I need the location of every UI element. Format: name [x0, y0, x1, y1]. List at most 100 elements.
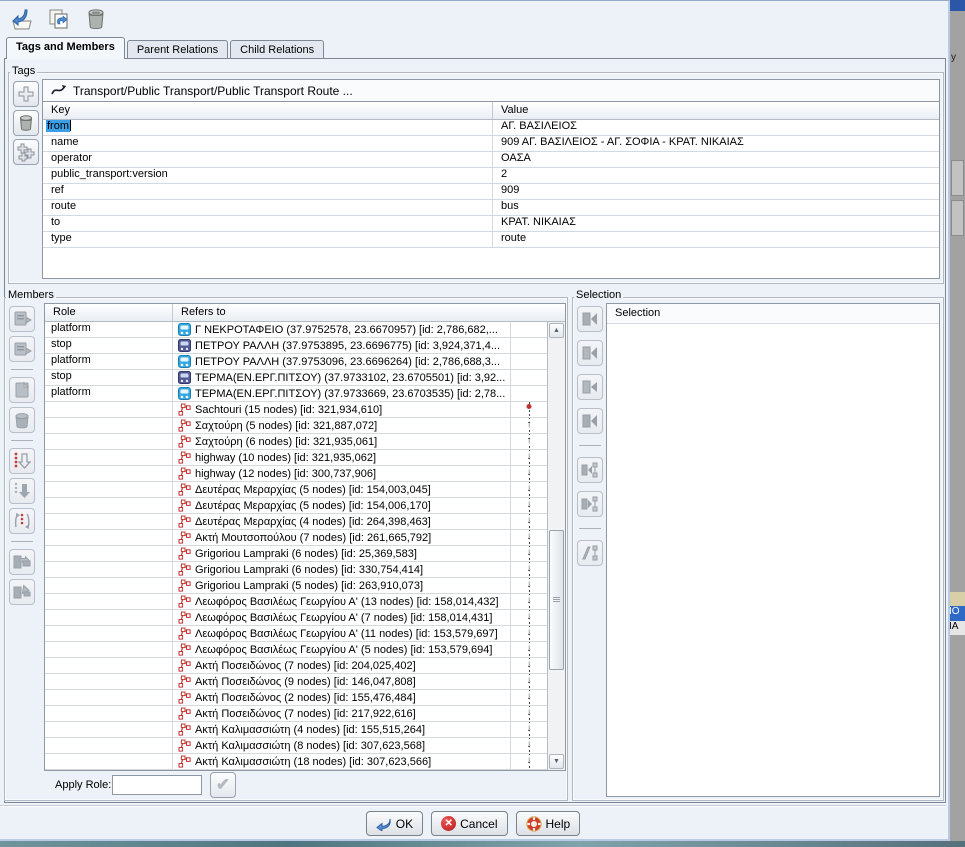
member-refers-to: Λεωφόρος Βασιλέως Γεωργίου Α' (7 nodes) … — [173, 610, 511, 625]
add-selected-after-icon[interactable] — [577, 374, 603, 400]
members-rows: platform Γ ΝΕΚΡΟΤΑΦΕΙΟ (37.9752578, 23.6… — [45, 322, 547, 770]
tab-tags-and-members[interactable]: Tags and Members — [6, 37, 125, 59]
member-row[interactable]: Σαχτούρη (6 nodes) [id: 321,935,061] — [45, 434, 547, 450]
member-role — [45, 690, 173, 705]
apply-role-label: Apply Role: — [55, 779, 111, 791]
tag-value: route — [493, 232, 939, 247]
member-row[interactable]: Δευτέρας Μεραρχίας (4 nodes) [id: 264,39… — [45, 514, 547, 530]
select-members-icon[interactable] — [577, 457, 603, 483]
member-row[interactable]: Ακτή Ποσειδώνος (7 nodes) [id: 217,922,6… — [45, 706, 547, 722]
member-row[interactable]: platform ΤΕΡΜΑ(ΕΝ.ΕΡΓ.ΠΙΤΣΟΥ) (37.973366… — [45, 386, 547, 402]
reverse-order-icon[interactable] — [9, 508, 35, 534]
member-row[interactable]: Δευτέρας Μεραρχίας (5 nodes) [id: 154,00… — [45, 498, 547, 514]
member-row[interactable]: Grigoriou Lampraki (6 nodes) [id: 25,369… — [45, 546, 547, 562]
member-row[interactable]: highway (12 nodes) [id: 300,737,906] — [45, 466, 547, 482]
add-selected-at-end-icon[interactable] — [577, 408, 603, 434]
move-down-outline-icon[interactable] — [9, 448, 35, 474]
members-scrollbar[interactable]: ▲ ▼ — [547, 322, 565, 770]
select-members-icon[interactable] — [9, 579, 35, 605]
member-row[interactable]: platform Γ ΝΕΚΡΟΤΑΦΕΙΟ (37.9752578, 23.6… — [45, 322, 547, 338]
member-row[interactable]: stop ΠΕΤΡΟΥ ΡΑΛΛΗ (37.9753895, 23.669677… — [45, 338, 547, 354]
selection-list[interactable]: Selection — [606, 303, 940, 797]
tag-row[interactable]: from ΑΓ. ΒΑΣΙΛΕΙΟΣ — [43, 120, 939, 136]
help-button[interactable]: Help — [516, 811, 581, 836]
download-members-icon[interactable] — [9, 549, 35, 575]
add-selected-before-icon[interactable] — [9, 336, 35, 362]
tag-row[interactable]: route bus — [43, 200, 939, 216]
apply-role-input[interactable] — [112, 775, 202, 795]
member-row[interactable]: Λεωφόρος Βασιλέως Γεωργίου Α' (7 nodes) … — [45, 610, 547, 626]
delete-relation-icon[interactable] — [82, 5, 110, 33]
member-direction — [511, 402, 547, 417]
refresh-relation-icon[interactable] — [45, 5, 73, 33]
member-refers-to: ΠΕΤΡΟΥ ΡΑΛΛΗ (37.9753096, 23.6696264) [i… — [173, 354, 511, 369]
deselect-members-icon[interactable] — [577, 491, 603, 517]
member-row[interactable]: Σαχτούρη (5 nodes) [id: 321,887,072] — [45, 418, 547, 434]
member-row[interactable]: platform ΠΕΤΡΟΥ ΡΑΛΛΗ (37.9753096, 23.66… — [45, 354, 547, 370]
preset-banner[interactable]: Transport/Public Transport/Public Transp… — [43, 80, 939, 102]
role-column-header[interactable]: Role — [45, 304, 173, 321]
refers-to-column-header[interactable]: Refers to — [173, 304, 226, 321]
remove-member-icon[interactable] — [9, 407, 35, 433]
scroll-up-icon[interactable]: ▲ — [549, 323, 564, 338]
selection-list-header[interactable]: Selection — [607, 304, 939, 324]
tab-parent-relations[interactable]: Parent Relations — [127, 40, 228, 59]
add-selected-at-start-icon[interactable] — [9, 306, 35, 332]
member-row[interactable]: Λεωφόρος Βασιλέως Γεωργίου Α' (13 nodes)… — [45, 594, 547, 610]
member-row[interactable]: Δευτέρας Μεραρχίας (5 nodes) [id: 154,00… — [45, 482, 547, 498]
selection-group-label: Selection — [574, 289, 623, 301]
way-icon — [178, 467, 191, 480]
member-direction — [511, 754, 547, 769]
tag-row[interactable]: public_transport:version 2 — [43, 168, 939, 184]
move-down-icon[interactable] — [9, 478, 35, 504]
tag-row[interactable]: operator ΟΑΣΑ — [43, 152, 939, 168]
bus-platform-icon — [178, 355, 191, 368]
scrollbar-thumb[interactable] — [549, 530, 564, 670]
tag-row[interactable]: to ΚΡΑΤ. ΝΙΚΑΙΑΣ — [43, 216, 939, 232]
tab-child-relations[interactable]: Child Relations — [230, 40, 324, 59]
tag-row[interactable]: type route — [43, 232, 939, 248]
member-row[interactable]: Grigoriou Lampraki (6 nodes) [id: 330,75… — [45, 562, 547, 578]
member-row[interactable]: Λεωφόρος Βασιλέως Γεωργίου Α' (5 nodes) … — [45, 642, 547, 658]
member-row[interactable]: Grigoriou Lampraki (5 nodes) [id: 263,91… — [45, 578, 547, 594]
member-row[interactable]: Sachtouri (15 nodes) [id: 321,934,610] — [45, 402, 547, 418]
member-row[interactable]: Ακτή Ποσειδώνος (2 nodes) [id: 155,476,4… — [45, 690, 547, 706]
cancel-button[interactable]: ✕ Cancel — [431, 811, 507, 836]
tag-row[interactable]: ref 909 — [43, 184, 939, 200]
member-role — [45, 466, 173, 481]
member-row[interactable]: Ακτή Καλιμασσιώτη (4 nodes) [id: 155,515… — [45, 722, 547, 738]
value-column-header[interactable]: Value — [493, 102, 528, 119]
way-icon — [178, 451, 191, 464]
filter-selection-icon[interactable] — [577, 540, 603, 566]
member-direction — [511, 466, 547, 481]
paste-tags-icon[interactable] — [13, 139, 39, 165]
apply-changes-icon[interactable] — [8, 5, 36, 33]
add-selected-after-icon[interactable] — [9, 377, 35, 403]
add-selected-at-start-icon[interactable] — [577, 306, 603, 332]
member-direction — [511, 738, 547, 753]
member-row[interactable]: Ακτή Ποσειδώνος (7 nodes) [id: 204,025,4… — [45, 658, 547, 674]
member-role: stop — [45, 370, 173, 385]
member-refers-to: Ακτή Ποσειδώνος (7 nodes) [id: 217,922,6… — [173, 706, 511, 721]
member-row[interactable]: highway (10 nodes) [id: 321,935,062] — [45, 450, 547, 466]
member-direction — [511, 338, 547, 353]
member-row[interactable]: Ακτή Ποσειδώνος (9 nodes) [id: 146,047,8… — [45, 674, 547, 690]
member-refers-to: Grigoriou Lampraki (6 nodes) [id: 25,369… — [173, 546, 511, 561]
add-selected-before-icon[interactable] — [577, 340, 603, 366]
ok-button[interactable]: OK — [366, 811, 423, 836]
tag-key: operator — [43, 152, 493, 167]
member-refers-to: Λεωφόρος Βασιλέως Γεωργίου Α' (5 nodes) … — [173, 642, 511, 657]
key-column-header[interactable]: Key — [43, 102, 493, 119]
apply-role-check-icon[interactable]: ✔ — [210, 772, 236, 798]
scroll-down-icon[interactable]: ▼ — [549, 754, 564, 769]
add-tag-icon[interactable] — [13, 81, 39, 107]
member-row[interactable]: Ακτή Καλιμασσιώτη (8 nodes) [id: 307,623… — [45, 738, 547, 754]
member-row[interactable]: Λεωφόρος Βασιλέως Γεωργίου Α' (11 nodes)… — [45, 626, 547, 642]
member-row[interactable]: stop ΤΕΡΜΑ(ΕΝ.ΕΡΓ.ΠΙΤΣΟΥ) (37.9733102, 2… — [45, 370, 547, 386]
tag-value: 909 ΑΓ. ΒΑΣΙΛΕΙΟΣ - ΑΓ. ΣΟΦΙΑ - ΚΡΑΤ. ΝΙ… — [493, 136, 939, 151]
dialog-toolbar — [8, 5, 110, 33]
delete-tag-icon[interactable] — [13, 110, 39, 136]
member-row[interactable]: Ακτή Καλιμασσιώτη (18 nodes) [id: 307,62… — [45, 754, 547, 770]
member-row[interactable]: Ακτή Μουτσοπούλου (7 nodes) [id: 261,665… — [45, 530, 547, 546]
tag-row[interactable]: name 909 ΑΓ. ΒΑΣΙΛΕΙΟΣ - ΑΓ. ΣΟΦΙΑ - ΚΡΑ… — [43, 136, 939, 152]
